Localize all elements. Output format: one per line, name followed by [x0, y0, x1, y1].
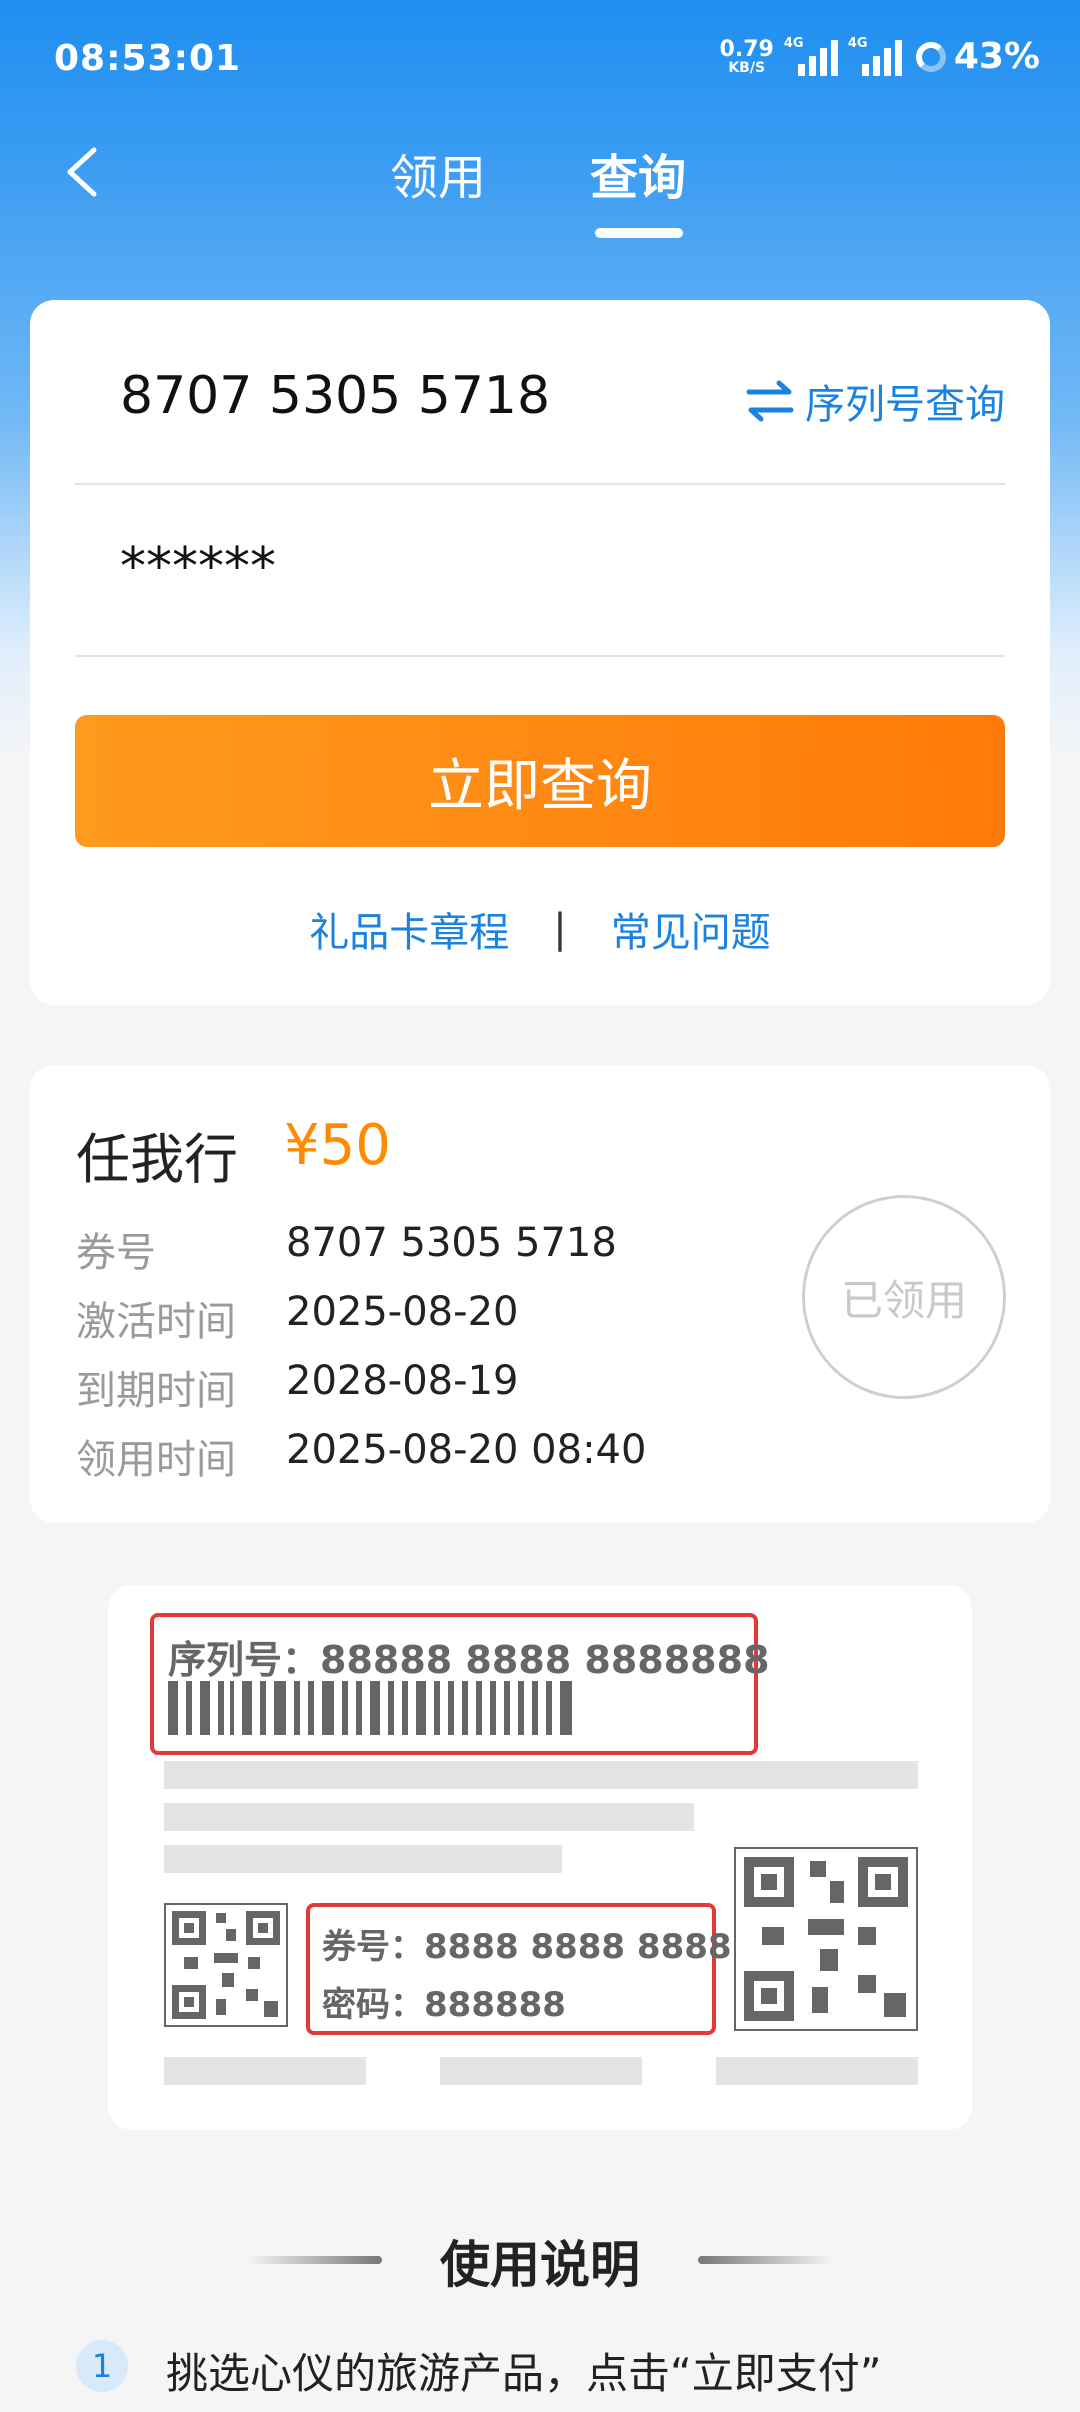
status-bar: 08:53:01 0.79 KB/S 4G 4G 43%: [0, 0, 1080, 120]
links-separator: |: [553, 906, 567, 952]
info-value: 8707 5305 5718: [286, 1220, 617, 1266]
signal-icon: 4G: [784, 36, 838, 76]
tab-claim[interactable]: 领用: [390, 138, 486, 208]
large-qr-code-icon: [734, 1847, 918, 2031]
card-number-value: 8707 5305 5718: [120, 366, 551, 426]
claimed-stamp: 已领用: [802, 1195, 1006, 1399]
sample-serial-text: 序列号：88888 8888 8888888: [168, 1638, 770, 1682]
battery-indicator: 43%: [915, 36, 1040, 77]
serial-query-link[interactable]: 序列号查询: [745, 372, 1005, 430]
status-icons: 0.79 KB/S 4G 4G 43%: [719, 36, 1040, 78]
info-value: 2025-08-20 08:40: [286, 1427, 647, 1473]
query-submit-button[interactable]: 立即查询: [75, 715, 1005, 847]
product-price: ¥50: [284, 1113, 391, 1178]
password-value: ******: [120, 537, 276, 597]
step-text: 挑选心仪的旅游产品，点击“立即支付”: [166, 2349, 882, 2398]
info-row: 激活时间 2025-08-20: [76, 1289, 518, 1347]
placeholder-line: [164, 1761, 918, 1789]
result-card: 任我行 ¥50 券号 8707 5305 5718 激活时间 2025-08-2…: [30, 1065, 1050, 1523]
serial-query-label: 序列号查询: [805, 382, 1005, 428]
info-key: 领用时间: [76, 1437, 236, 1483]
swap-arrows-icon: [746, 380, 794, 422]
placeholder-line: [440, 2057, 642, 2085]
help-links: 礼品卡章程 | 常见问题: [30, 900, 1050, 958]
small-qr-code-icon: [164, 1903, 288, 2027]
query-card: 8707 5305 5718 序列号查询 ****** 立即查询 礼品卡章程 |…: [30, 300, 1050, 1005]
info-row: 领用时间 2025-08-20 08:40: [76, 1427, 646, 1485]
barcode-icon: [168, 1681, 572, 1735]
info-key: 激活时间: [76, 1299, 236, 1345]
signal-label: 4G: [783, 35, 804, 51]
sample-card-illustration: 序列号：88888 8888 8888888 券号：8888 8888 8888…: [108, 1585, 972, 2130]
sample-password-text: 密码：888888: [322, 1985, 566, 2025]
info-value: 2025-08-20: [286, 1289, 519, 1335]
info-value: 2028-08-19: [286, 1358, 519, 1404]
placeholder-line: [164, 2057, 366, 2085]
card-number-field[interactable]: 8707 5305 5718 序列号查询: [75, 300, 1005, 485]
title-decoration-right: [698, 2256, 834, 2264]
status-time: 08:53:01: [54, 38, 242, 79]
placeholder-line: [164, 1845, 562, 1873]
info-row: 券号 8707 5305 5718: [76, 1220, 617, 1278]
battery-percent: 43%: [953, 36, 1040, 77]
placeholder-line: [716, 2057, 918, 2085]
signal-label: 4G: [847, 35, 868, 51]
coupon-highlight-box: 券号：8888 8888 8888 密码：888888: [306, 1903, 732, 2035]
network-speed: 0.79 KB/S: [719, 36, 774, 76]
password-field[interactable]: ******: [75, 485, 1005, 657]
gift-card-rules-link[interactable]: 礼品卡章程: [309, 900, 509, 958]
instructions-title: 使用说明: [440, 2236, 640, 2294]
serial-highlight-box: 序列号：88888 8888 8888888: [150, 1613, 770, 1755]
placeholder-line: [164, 1803, 694, 1831]
signal-icon: 4G: [848, 36, 902, 76]
network-speed-unit: KB/S: [728, 59, 766, 76]
network-speed-value: 0.79: [719, 36, 774, 62]
product-name: 任我行: [76, 1128, 238, 1191]
back-button[interactable]: [62, 146, 100, 198]
battery-icon: [915, 41, 946, 72]
info-key: 到期时间: [76, 1368, 236, 1414]
active-tab-indicator: [595, 228, 683, 238]
tab-query[interactable]: 查询: [590, 138, 686, 208]
chevron-left-icon: [67, 147, 97, 197]
faq-link[interactable]: 常见问题: [611, 900, 771, 958]
sample-coupon-text: 券号：8888 8888 8888: [322, 1927, 732, 1967]
step-number: 1: [76, 2340, 128, 2392]
info-row: 到期时间 2028-08-19: [76, 1358, 518, 1416]
info-key: 券号: [76, 1230, 156, 1276]
